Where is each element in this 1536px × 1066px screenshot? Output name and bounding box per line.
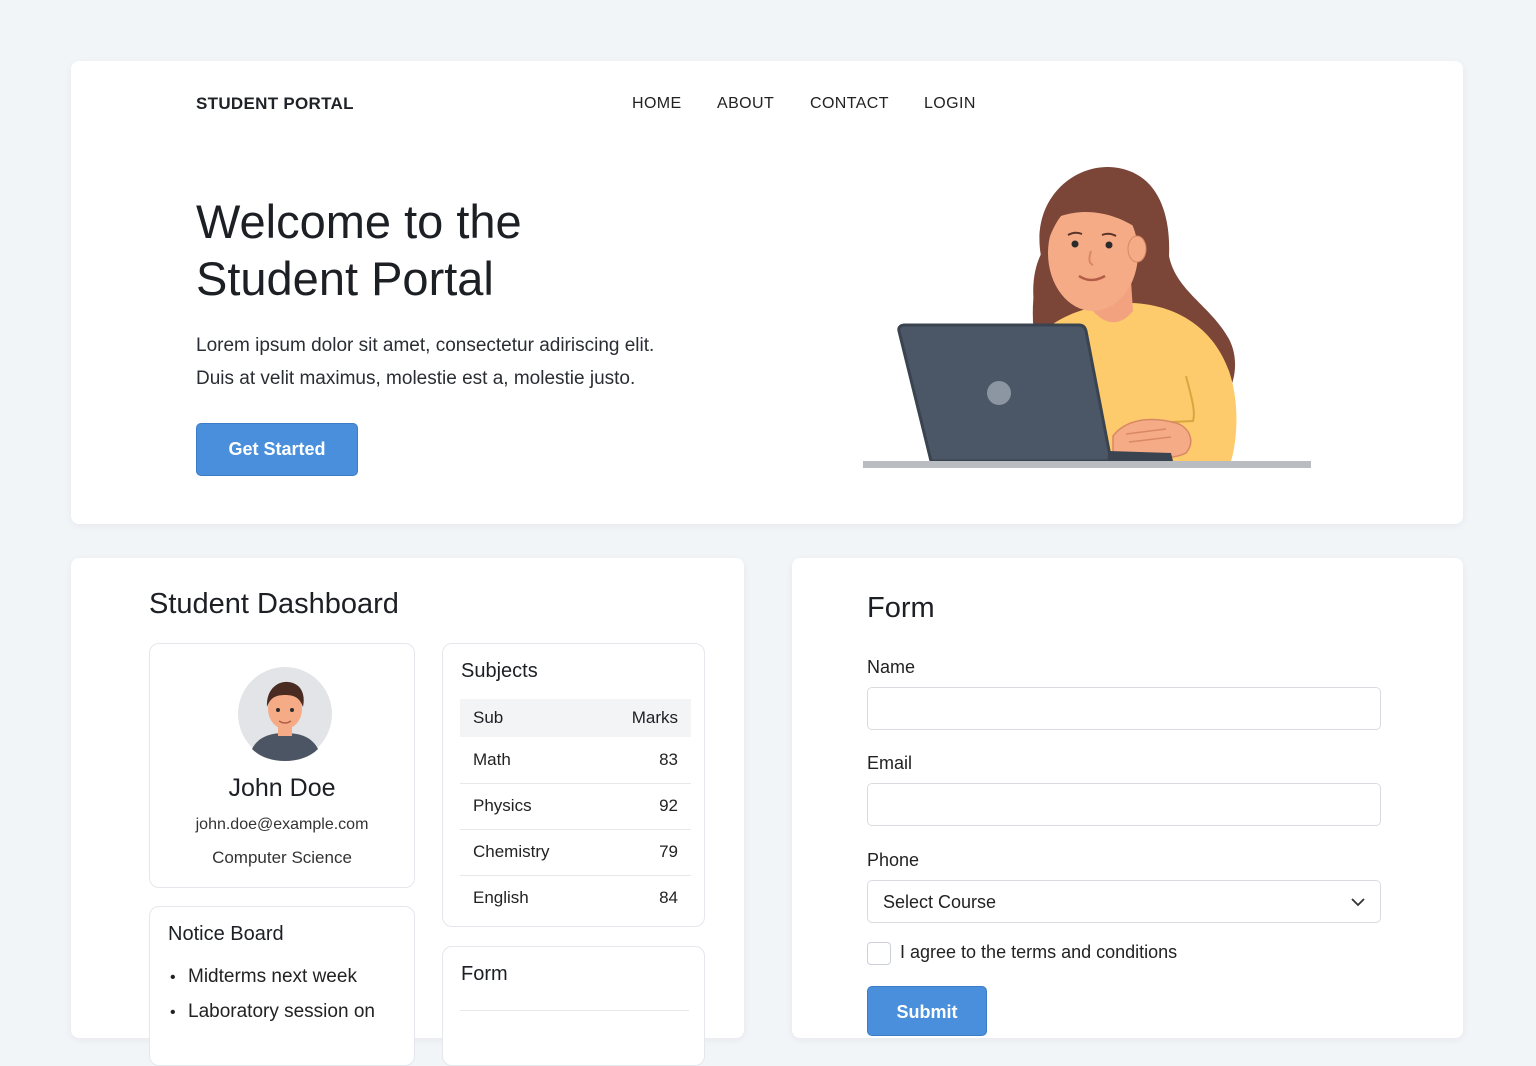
- nav-login[interactable]: LOGIN: [924, 95, 976, 113]
- mini-form-title: Form: [461, 963, 508, 985]
- student-dashboard-card: Student Dashboard John Doe john.doe@exam…: [71, 558, 744, 1066]
- name-field[interactable]: [867, 687, 1381, 730]
- hero-title-line1: Welcome to the: [196, 195, 522, 248]
- nav-home[interactable]: HOME: [632, 95, 682, 113]
- subject-cell: Chemistry: [460, 829, 596, 876]
- marks-cell: 92: [595, 783, 691, 830]
- table-row: Math 83: [460, 737, 691, 784]
- notice-item: Laboratory session on: [170, 999, 375, 1034]
- email-label: Email: [867, 753, 913, 773]
- subject-cell: English: [473, 888, 529, 908]
- submit-button[interactable]: Submit: [867, 986, 987, 1036]
- hero-title-line2: Student Portal: [196, 252, 494, 305]
- avatar-icon: [238, 667, 332, 761]
- phone-label: Phone: [867, 850, 920, 870]
- table-row: Chemistry 79: [460, 829, 691, 876]
- get-started-button[interactable]: Get Started: [196, 423, 358, 476]
- table-row: English 84: [460, 875, 691, 921]
- course-select-value: Select Course: [883, 892, 997, 912]
- form-card: Form Name Email Phone Select Course I ag…: [792, 558, 1463, 1038]
- table-row: Physics 92: [460, 783, 691, 830]
- brand-logo[interactable]: STUDENT PORTAL: [196, 94, 354, 114]
- column-header-marks: Marks: [595, 699, 691, 737]
- name-label: Name: [867, 657, 916, 677]
- notice-board-title: Notice Board: [168, 923, 284, 945]
- column-header-sub: Sub: [460, 699, 596, 737]
- nav-about[interactable]: ABOUT: [717, 95, 774, 113]
- mini-form-card: Form: [442, 946, 705, 1066]
- dashboard-title: Student Dashboard: [149, 588, 399, 620]
- hero-title: Welcome to the Student Portal: [196, 193, 716, 307]
- subjects-card: Subjects Sub Marks Math 83 Physics 92 Ch…: [442, 643, 705, 927]
- table-header-row: Sub Marks: [460, 699, 691, 737]
- hero-text-line1: Lorem ipsum dolor sit amet, consectetur …: [196, 335, 655, 356]
- chevron-down-icon: [1351, 898, 1365, 907]
- profile-email[interactable]: john.doe@example.com: [150, 816, 414, 834]
- subjects-title: Subjects: [461, 660, 538, 682]
- hero-card: STUDENT PORTAL HOME ABOUT CONTACT LOGIN …: [71, 61, 1463, 524]
- subject-cell: Physics: [460, 783, 596, 830]
- notice-board-card: Notice Board Midterms next week Laborato…: [149, 906, 415, 1066]
- terms-checkbox[interactable]: [867, 942, 891, 965]
- marks-cell: 79: [595, 829, 691, 876]
- profile-name: John Doe: [228, 774, 336, 802]
- course-select[interactable]: Select Course: [867, 880, 1381, 923]
- hero-description: Lorem ipsum dolor sit amet, consectetur …: [196, 329, 756, 395]
- notice-item: Midterms next week: [170, 964, 375, 999]
- student-illustration: [863, 166, 1311, 468]
- profile-department: Computer Science: [212, 848, 352, 867]
- marks-cell: 84: [659, 888, 678, 908]
- nav-contact[interactable]: CONTACT: [810, 95, 889, 113]
- marks-cell: 83: [595, 737, 691, 784]
- profile-card: John Doe john.doe@example.com Computer S…: [149, 643, 415, 888]
- hero-text-line2: Duis at velit maximus, molestie est a, m…: [196, 368, 636, 389]
- email-field[interactable]: [867, 783, 1381, 826]
- subjects-table: Sub Marks Math 83 Physics 92 Chemistry 7…: [460, 699, 691, 921]
- form-title: Form: [867, 592, 935, 624]
- terms-label[interactable]: I agree to the terms and conditions: [900, 942, 1177, 963]
- subject-cell: Math: [460, 737, 596, 784]
- divider: [460, 1010, 689, 1011]
